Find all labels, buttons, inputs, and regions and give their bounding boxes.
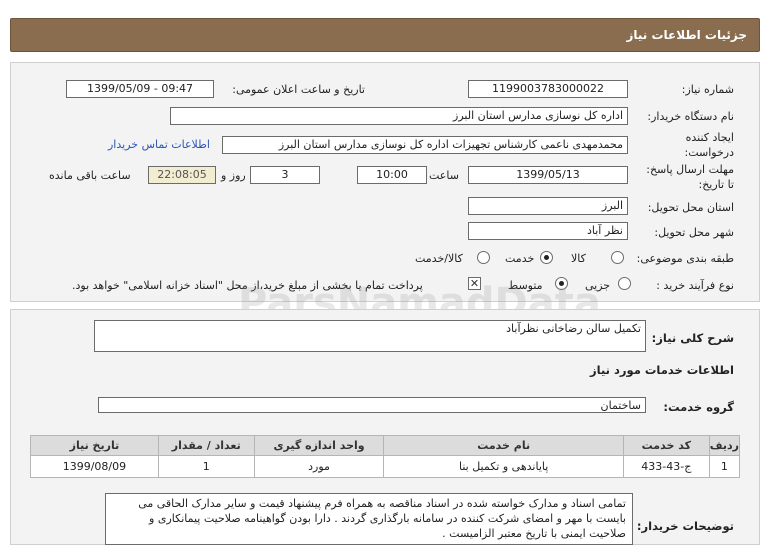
process-medium-label: متوسط xyxy=(508,279,543,292)
deadline-label-1: مهلت ارسال پاسخ: xyxy=(646,163,734,176)
col-row-number: ردیف xyxy=(708,435,741,456)
process-minor-radio[interactable] xyxy=(618,277,631,290)
buyer-notes-label: توضیحات خریدار: xyxy=(636,519,734,533)
category-service-label: خدمت xyxy=(505,252,535,265)
deadline-label-2: تا تاریخ: xyxy=(698,178,734,191)
service-group-field: ساختمان xyxy=(98,397,646,413)
treasury-payment-note: پرداخت تمام یا بخشی از مبلغ خرید،از محل … xyxy=(72,279,423,292)
province-field: البرز xyxy=(468,197,628,215)
days-remaining-field: 3 xyxy=(250,166,320,184)
buyer-contact-link[interactable]: اطلاعات تماس خریدار xyxy=(108,138,210,151)
process-minor-label: جزیی xyxy=(585,279,611,292)
cell-unit: مورد xyxy=(253,455,385,478)
summary-label: شرح کلی نیاز: xyxy=(651,331,734,345)
cell-service-name: پایاندهی و تکمیل بنا xyxy=(383,455,624,478)
announce-field: 1399/05/09 - 09:47 xyxy=(66,80,214,98)
cell-service-code: ج-43-433 xyxy=(622,455,710,478)
page-title: جزئیات اطلاعات نیاز xyxy=(626,28,747,42)
buyer-org-field: اداره کل نوسازی مدارس استان البرز xyxy=(170,107,628,125)
need-number-field: 1199003783000022 xyxy=(468,80,628,98)
page-header: جزئیات اطلاعات نیاز xyxy=(10,18,760,52)
requester-label-1: ایجاد کننده xyxy=(685,131,734,144)
requester-field: محمدمهدی ناعمی کارشناس تجهیزات اداره کل … xyxy=(222,136,628,154)
announce-label: تاریخ و ساعت اعلان عمومی: xyxy=(232,83,365,96)
process-medium-radio[interactable] xyxy=(555,277,568,290)
days-label: روز و xyxy=(221,169,246,182)
table-row: 1 ج-43-433 پایاندهی و تکمیل بنا مورد 1 1… xyxy=(30,455,741,478)
deadline-time-label: ساعت xyxy=(429,169,459,182)
summary-field: تکمیل سالن رضاخانی نظرآباد xyxy=(94,320,646,352)
city-label: شهر محل تحویل: xyxy=(654,226,734,239)
remaining-time-label: ساعت باقی مانده xyxy=(49,169,131,182)
requester-label-2: درخواست: xyxy=(684,146,734,159)
col-quantity: تعداد / مقدار xyxy=(157,435,255,456)
category-both-radio[interactable] xyxy=(477,251,490,264)
category-goods-radio[interactable] xyxy=(611,251,624,264)
buyer-notes-field: تمامی اسناد و مدارک خواسته شده در اسناد … xyxy=(105,493,633,545)
col-unit: واحد اندازه گیری xyxy=(253,435,385,456)
services-section-title: اطلاعات خدمات مورد نیاز xyxy=(590,363,734,377)
treasury-payment-checkbox[interactable]: ✕ xyxy=(468,277,481,290)
buyer-org-label: نام دستگاه خریدار: xyxy=(647,110,734,123)
cell-quantity: 1 xyxy=(157,455,255,478)
cell-row-number: 1 xyxy=(708,455,741,478)
province-label: استان محل تحویل: xyxy=(647,201,734,214)
remaining-time-field: 22:08:05 xyxy=(148,166,216,184)
category-both-label: کالا/خدمت xyxy=(415,252,463,265)
deadline-time-field: 10:00 xyxy=(357,166,427,184)
table-header-row: ردیف کد خدمت نام خدمت واحد اندازه گیری ت… xyxy=(30,435,741,456)
category-service-radio[interactable] xyxy=(540,251,553,264)
col-service-name: نام خدمت xyxy=(383,435,624,456)
deadline-date-field: 1399/05/13 xyxy=(468,166,628,184)
category-label: طبقه بندی موضوعی: xyxy=(636,252,734,265)
need-number-label: شماره نیاز: xyxy=(681,83,734,96)
cell-need-date: 1399/08/09 xyxy=(30,455,159,478)
category-goods-label: کالا xyxy=(571,252,586,265)
city-field: نظر آباد xyxy=(468,222,628,240)
services-table: ردیف کد خدمت نام خدمت واحد اندازه گیری ت… xyxy=(30,435,741,478)
process-label: نوع فرآیند خرید : xyxy=(656,279,734,292)
col-service-code: کد خدمت xyxy=(622,435,710,456)
col-need-date: تاریخ نیاز xyxy=(30,435,159,456)
service-group-label: گروه خدمت: xyxy=(663,400,734,414)
